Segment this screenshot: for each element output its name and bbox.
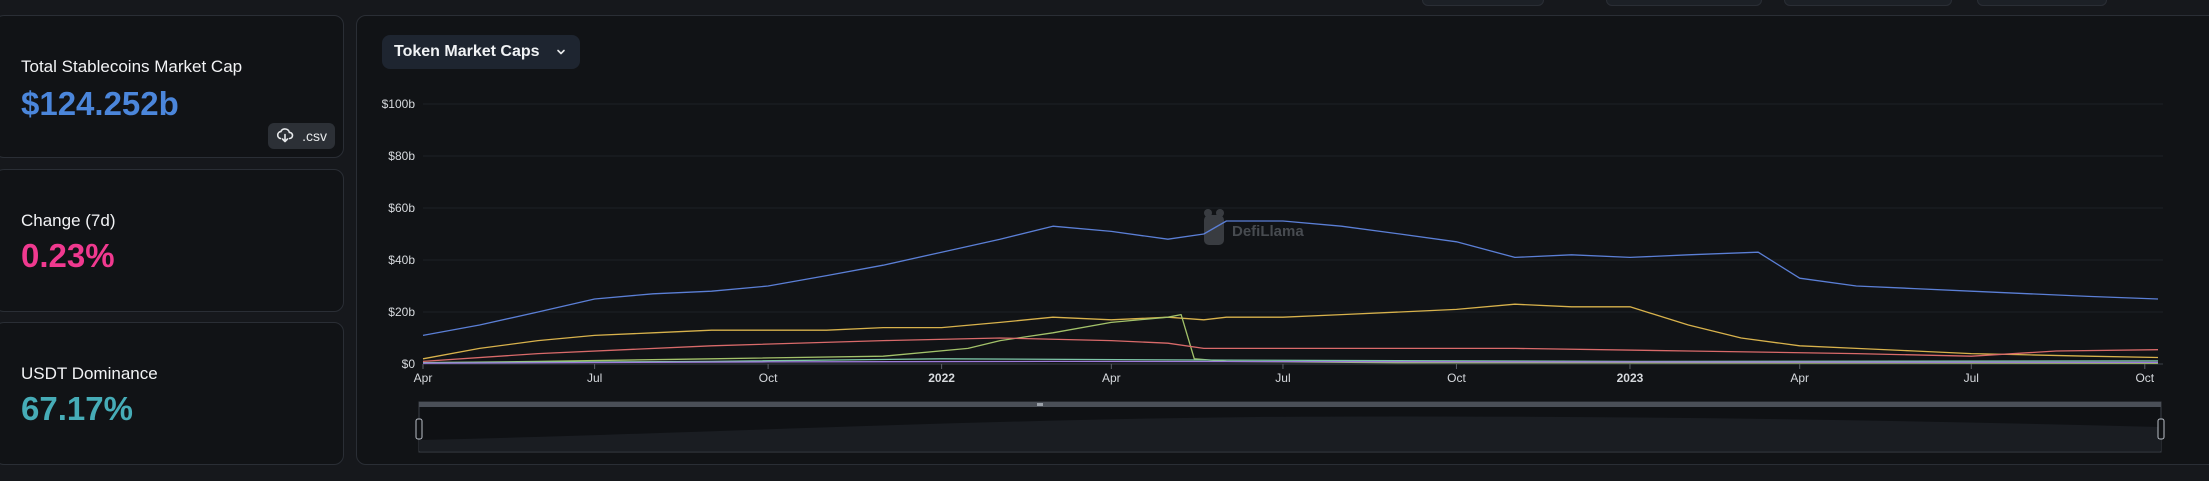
x-tick-label: Apr [1790,371,1809,385]
market-cap-value: $124.252b [21,85,179,122]
y-tick-label: $60b [388,201,415,215]
x-tick-label: Jul [587,371,602,385]
top-tab[interactable] [1977,0,2107,6]
top-tab[interactable] [1606,0,1762,6]
llama-logo-icon [1204,209,1224,245]
market-cap-card: Total Stablecoins Market Cap $124.252b .… [0,15,344,158]
range-slider-handle-icon[interactable] [1037,403,1043,406]
usdt-dominance-value: 67.17% [21,390,133,427]
usdt-dominance-card: USDT Dominance 67.17% [0,322,344,465]
range-slider-top-bar[interactable] [419,402,2161,407]
left-handle-icon[interactable] [415,418,423,440]
cloud-download-icon [276,127,294,146]
usdt-dominance-label: USDT Dominance [21,364,158,383]
x-tick-label: Jul [1964,371,1979,385]
watermark: DefiLlama [1204,209,1304,245]
y-tick-label: $40b [388,253,415,267]
x-tick-label: 2022 [928,371,955,385]
y-tick-label: $100b [382,97,416,111]
x-tick-label: Oct [2135,371,2154,385]
y-axis-ticks: $0 $20b $40b $60b $80b $100b [382,97,416,371]
change-7d-label: Change (7d) [21,211,116,230]
x-tick-label: Jul [1275,371,1290,385]
chart-panel: Token Market Caps $0 $20b $40b $60b $80b $100… [356,15,2209,465]
x-tick-label: 2023 [1617,371,1644,385]
x-tick-label: Apr [414,371,433,385]
top-tab[interactable] [1784,0,1952,6]
csv-button-label: .csv [302,128,327,144]
x-axis: Apr Jul Oct 2022 Apr Jul Oct 2023 Apr Jul Oct [414,364,2155,385]
change-7d-value: 0.23% [21,237,115,274]
csv-download-button[interactable]: .csv [268,123,335,149]
x-tick-label: Oct [1447,371,1466,385]
y-tick-label: $20b [388,305,415,319]
change-7d-card: Change (7d) 0.23% [0,169,344,312]
right-handle-icon[interactable] [2157,418,2165,440]
top-tab[interactable] [1422,0,1544,6]
range-slider[interactable] [415,401,2165,453]
y-tick-label: $0 [402,357,416,371]
x-tick-label: Apr [1102,371,1121,385]
series-lines [422,220,2159,364]
x-tick-label: Oct [759,371,778,385]
watermark-text: DefiLlama [1232,223,1304,240]
y-tick-label: $80b [388,149,415,163]
market-cap-label: Total Stablecoins Market Cap [21,57,243,76]
series-line-2[interactable] [422,313,2159,364]
market-cap-chart[interactable]: $0 $20b $40b $60b $80b $100b DefiLlama Apr Jul… [356,15,2209,465]
